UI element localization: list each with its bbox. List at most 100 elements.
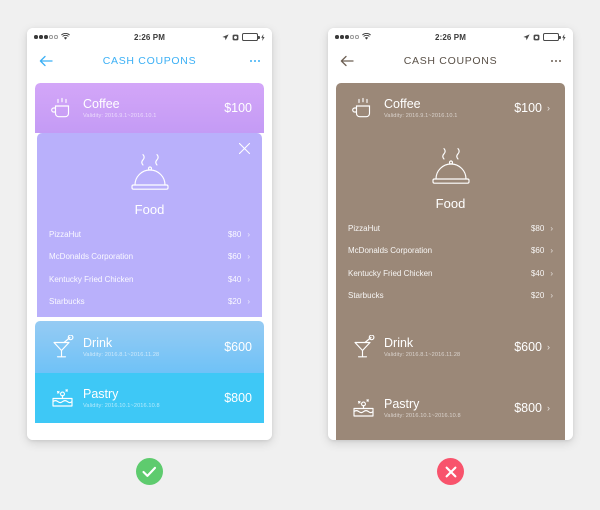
merchant-name: Starbucks <box>49 297 85 307</box>
bolt-icon <box>261 33 265 41</box>
signal-dot <box>34 35 38 39</box>
merchant-name: Kentucky Fried Chicken <box>49 274 134 284</box>
chevron-right-icon: › <box>547 342 550 352</box>
coupon-list-bad: Coffee Validity: 2016.9.1~2016.10.1 $100… <box>328 76 573 440</box>
status-left-bad <box>335 33 405 41</box>
back-button-good[interactable] <box>39 55 61 67</box>
coupon-screen-bad: Coffee Validity: 2016.9.1~2016.10.1 $100… <box>336 83 565 440</box>
battery-icon <box>242 33 260 41</box>
cake-icon <box>47 386 77 410</box>
merchant-row-kfc[interactable]: Kentucky Fried Chicken $40 › <box>37 268 262 291</box>
coupon-card-drink-good[interactable]: Drink Validity: 2016.8.1~2016.11.28 $600 <box>35 321 264 373</box>
more-options-button-good[interactable] <box>238 59 260 63</box>
merchant-row-mcdonalds[interactable]: McDonalds Corporation $60 › <box>336 240 565 263</box>
cocktail-glass-icon <box>47 334 77 360</box>
merchant-row-kfc[interactable]: Kentucky Fried Chicken $40 › <box>336 262 565 285</box>
merchant-amount: $40 <box>227 274 242 284</box>
chevron-right-icon: › <box>247 229 250 239</box>
coupon-validity: Validity: 2016.10.1~2016.10.8 <box>83 403 160 410</box>
coupon-card-drink-bad[interactable]: Drink Validity: 2016.8.1~2016.11.28 $600… <box>336 321 565 373</box>
status-badge-approved <box>136 458 163 485</box>
battery-icon <box>543 33 561 41</box>
status-badge-rejected <box>437 458 464 485</box>
coupon-amount: $600 <box>224 340 252 354</box>
merchant-amount: $80 <box>530 223 545 233</box>
wifi-icon <box>60 33 70 41</box>
signal-dot-empty <box>355 35 359 39</box>
coupon-text-pastry-good: Pastry Validity: 2016.10.1~2016.10.8 <box>77 387 224 409</box>
merchant-amount: $40 <box>530 268 545 278</box>
chevron-right-icon: › <box>247 297 250 307</box>
signal-dot-empty <box>350 35 354 39</box>
more-options-button-bad[interactable] <box>539 59 561 63</box>
comparison-stage: 2:26 PM CASH COUPONS Coffee Validity: 20… <box>0 0 600 510</box>
coupon-card-pastry-bad[interactable]: Pastry Validity: 2016.10.1~2016.10.8 $80… <box>336 383 565 433</box>
chevron-right-icon: › <box>547 103 550 113</box>
coffee-cup-icon <box>47 97 77 120</box>
close-food-panel-button[interactable] <box>238 142 251 155</box>
status-right-bad <box>496 33 566 41</box>
signal-dots-good <box>34 35 58 39</box>
merchant-amount: $20 <box>530 291 545 301</box>
phone-bad: 2:26 PM CASH COUPONS Coffee Validity: 20… <box>328 28 573 440</box>
coupon-card-pastry-good[interactable]: Pastry Validity: 2016.10.1~2016.10.8 $80… <box>35 373 264 423</box>
location-arrow-icon <box>523 33 530 41</box>
merchant-row-pizzahut[interactable]: PizzaHut $80 › <box>336 217 565 240</box>
back-button-bad[interactable] <box>340 55 362 67</box>
chevron-right-icon: › <box>550 246 553 256</box>
coupon-name: Drink <box>83 335 113 350</box>
signal-dot-empty <box>49 35 53 39</box>
alarm-icon <box>232 34 239 41</box>
coupon-text-drink-good: Drink Validity: 2016.8.1~2016.11.28 <box>77 336 224 358</box>
food-label: Food <box>435 196 466 211</box>
more-options-icon <box>550 59 561 63</box>
coupon-text-pastry-bad: Pastry Validity: 2016.10.1~2016.10.8 <box>378 397 514 419</box>
signal-dots-bad <box>335 35 359 39</box>
status-time-good: 2:26 PM <box>134 32 165 42</box>
merchant-amount: $60 <box>227 252 242 262</box>
coupon-name: Pastry <box>384 396 420 411</box>
page-title-good: CASH COUPONS <box>102 55 197 67</box>
status-time-bad: 2:26 PM <box>435 32 466 42</box>
food-panel-expanded-good: Food PizzaHut $80 › McDonalds Corporatio… <box>37 133 262 317</box>
signal-dot <box>39 35 43 39</box>
coupon-amount: $100 <box>224 101 252 115</box>
coupon-validity: Validity: 2016.10.1~2016.10.8 <box>384 413 461 420</box>
status-bar-bad: 2:26 PM <box>328 28 573 46</box>
food-label: Food <box>134 202 165 217</box>
merchant-name: PizzaHut <box>348 223 381 233</box>
coupon-card-coffee-good[interactable]: Coffee Validity: 2016.9.1~2016.10.1 $100 <box>35 83 264 133</box>
coupon-name: Drink <box>384 335 414 350</box>
alarm-icon <box>533 34 540 41</box>
verdict-row <box>0 458 600 485</box>
merchant-amount: $20 <box>227 297 242 307</box>
food-hero-bad: Food <box>336 139 565 217</box>
coupon-validity: Validity: 2016.9.1~2016.10.1 <box>83 113 157 120</box>
merchant-row-mcdonalds[interactable]: McDonalds Corporation $60 › <box>37 246 262 269</box>
cake-icon <box>348 396 378 420</box>
merchant-row-starbucks[interactable]: Starbucks $20 › <box>336 285 565 308</box>
bolt-icon <box>562 33 566 41</box>
signal-dot <box>340 35 344 39</box>
chevron-right-icon: › <box>247 252 250 262</box>
merchant-row-starbucks[interactable]: Starbucks $20 › <box>37 291 262 314</box>
more-options-icon <box>249 59 260 63</box>
coffee-cup-icon <box>348 97 378 120</box>
merchant-name: McDonalds Corporation <box>348 246 433 256</box>
food-panel-expanded-bad: Food PizzaHut $80 › McDonalds Corporatio… <box>336 133 565 311</box>
nav-bar-good: CASH COUPONS <box>27 46 272 76</box>
back-arrow-icon <box>340 55 354 67</box>
coupon-text-coffee-bad: Coffee Validity: 2016.9.1~2016.10.1 <box>378 97 514 119</box>
merchant-amount: $60 <box>530 246 545 256</box>
merchant-row-pizzahut[interactable]: PizzaHut $80 › <box>37 223 262 246</box>
chevron-right-icon: › <box>247 274 250 284</box>
nav-bar-bad: CASH COUPONS <box>328 46 573 76</box>
merchant-name: Starbucks <box>348 291 384 301</box>
signal-dot <box>44 35 48 39</box>
cocktail-glass-icon <box>348 334 378 360</box>
coupon-name: Coffee <box>384 96 421 111</box>
cross-icon <box>445 466 457 478</box>
wifi-icon <box>361 33 371 41</box>
coupon-card-coffee-bad[interactable]: Coffee Validity: 2016.9.1~2016.10.1 $100… <box>336 83 565 133</box>
status-bar-good: 2:26 PM <box>27 28 272 46</box>
